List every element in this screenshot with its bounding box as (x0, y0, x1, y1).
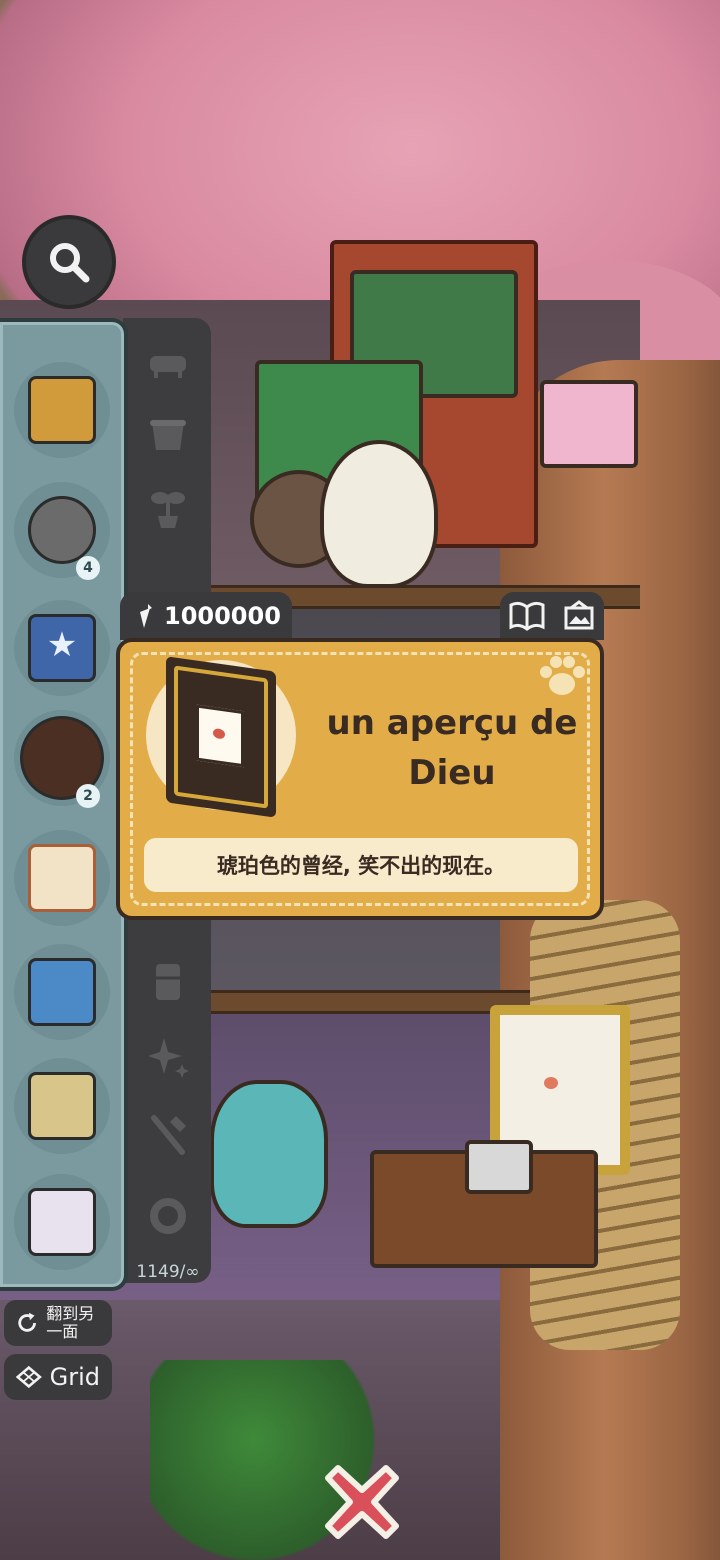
inventory-item-macrame[interactable] (14, 362, 110, 458)
fridge-icon (156, 964, 180, 1000)
bunny-portrait-icon (28, 844, 96, 912)
paw-icon (540, 656, 585, 695)
rotate-icon (18, 1312, 36, 1332)
carrot-icon (140, 604, 152, 628)
grid-icon (16, 1365, 42, 1389)
item-title: un aperçu de Dieu (326, 703, 578, 793)
grid-label: Grid (49, 1363, 100, 1391)
category-bathtub[interactable] (142, 338, 194, 386)
pot-icon (150, 420, 186, 450)
close-icon (325, 1465, 399, 1539)
sparkle-icon (148, 1038, 189, 1078)
search-icon (50, 243, 90, 283)
inventory-item-starfish-frame[interactable]: ★ (14, 600, 110, 696)
price-tab: 1000000 (120, 592, 292, 640)
towel-rack-icon (28, 958, 96, 1026)
category-pot[interactable] (142, 410, 194, 458)
item-art-frame-icon (166, 656, 276, 818)
price-value: 1000000 (164, 602, 281, 630)
category-ring[interactable] (142, 1192, 194, 1240)
action-tab (500, 592, 604, 640)
count-badge: 2 (76, 784, 100, 808)
photo-icon[interactable] (563, 600, 595, 632)
scroll-rack-icon (28, 1072, 96, 1140)
item-description: 琥珀色的曾经, 笑不出的现在。 (144, 838, 578, 892)
close-button[interactable] (318, 1458, 406, 1546)
inventory-item-towel-rack[interactable] (14, 944, 110, 1040)
category-fridge[interactable] (142, 958, 194, 1006)
frog-statue[interactable] (210, 1080, 328, 1228)
bathtub-icon (150, 356, 186, 378)
inventory-item-spider-lamp[interactable]: 4 (14, 482, 110, 580)
count-badge: 4 (76, 556, 100, 580)
pink-side-table[interactable] (540, 380, 638, 468)
category-plant[interactable] (142, 484, 194, 532)
category-sparkle[interactable] (142, 1032, 194, 1080)
grid-button[interactable]: Grid (4, 1354, 112, 1400)
book-icon[interactable] (509, 601, 545, 631)
inventory-counter: 1149/∞ (136, 1262, 200, 1282)
inventory-panel: 4 ★ 2 (0, 318, 128, 1291)
starfish-frame-icon: ★ (28, 614, 96, 682)
category-tools[interactable] (142, 1110, 194, 1158)
inventory-item-round-shelf[interactable]: 2 (14, 710, 110, 808)
tools-icon (151, 1115, 186, 1155)
inventory-item-crown-towel[interactable] (14, 1174, 110, 1270)
macrame-wall-hanging-icon (28, 376, 96, 444)
plant-icon (151, 492, 185, 528)
item-detail-card: un aperçu de Dieu 琥珀色的曾经, 笑不出的现在。 (116, 638, 604, 920)
search-button[interactable] (22, 215, 116, 309)
crown-towel-hanger-icon (28, 1188, 96, 1256)
toaster[interactable] (465, 1140, 533, 1194)
inventory-item-bunny-portrait[interactable] (14, 830, 110, 926)
bunny-plush[interactable] (320, 440, 438, 588)
ring-icon (150, 1198, 186, 1234)
inventory-item-scroll-rack[interactable] (14, 1058, 110, 1154)
flip-label: 翻到另一面 (46, 1304, 95, 1341)
flip-button[interactable]: 翻到另一面 (4, 1300, 112, 1346)
crystal-spider-lamp-icon (28, 496, 96, 564)
